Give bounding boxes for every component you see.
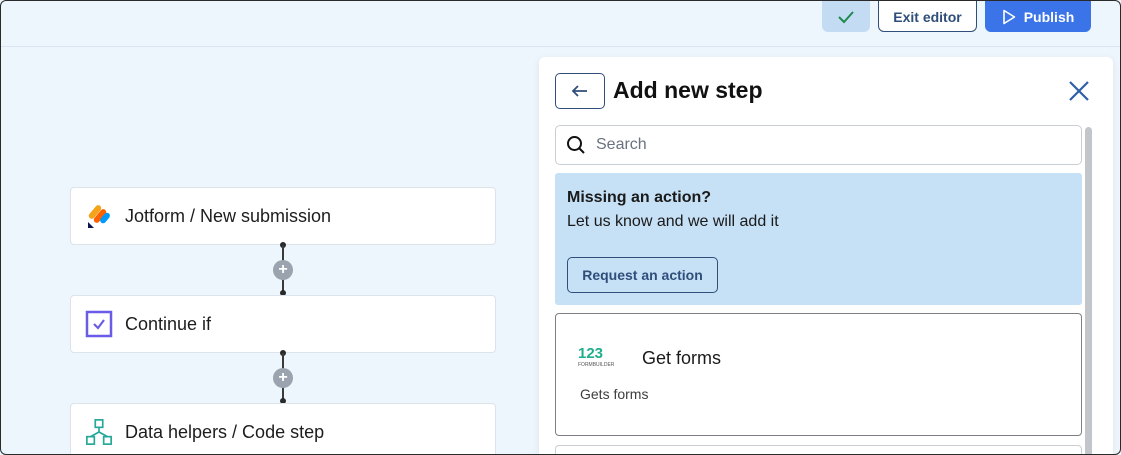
formbuilder-logo: 123 FORMBUILDER: [578, 344, 618, 373]
check-icon: [838, 10, 854, 23]
checkbox-icon: [85, 310, 113, 338]
action-description: Gets forms: [580, 386, 649, 402]
saved-check-button[interactable]: [822, 1, 870, 32]
flow-step-code-step[interactable]: Data helpers / Code step: [70, 403, 496, 454]
hierarchy-icon: [85, 418, 113, 446]
close-icon: [1069, 81, 1089, 101]
jotform-icon: [85, 202, 113, 230]
publish-button[interactable]: Publish: [985, 1, 1091, 32]
add-step-button[interactable]: +: [273, 368, 293, 388]
exit-editor-button[interactable]: Exit editor: [878, 1, 977, 32]
add-step-panel: Add new step Missing an action? Let us k…: [539, 57, 1113, 454]
flow-step-label: Jotform / New submission: [125, 205, 332, 226]
action-card-get-forms[interactable]: 123 FORMBUILDER Get forms Gets forms: [555, 313, 1082, 436]
scrollbar[interactable]: [1085, 127, 1092, 454]
flow-step-label: Data helpers / Code step: [125, 421, 325, 442]
search-icon: [567, 136, 585, 154]
search-box: [555, 125, 1082, 165]
panel-title: Add new step: [613, 77, 763, 103]
flow-step-jotform[interactable]: Jotform / New submission: [70, 187, 496, 245]
add-step-button[interactable]: +: [273, 260, 293, 280]
arrow-left-icon: [571, 85, 587, 97]
action-title: Get forms: [642, 348, 722, 368]
flow-step-label: Continue if: [125, 313, 212, 334]
missing-action-subtitle: Let us know and we will add it: [567, 213, 779, 230]
play-icon: [1002, 9, 1016, 24]
flow-step-continue-if[interactable]: Continue if: [70, 295, 496, 353]
missing-action-title: Missing an action?: [567, 189, 712, 206]
search-input[interactable]: [596, 136, 1036, 154]
logo-subtext: FORMBUILDER: [578, 362, 615, 368]
close-button[interactable]: [1065, 77, 1093, 105]
logo-text: 123: [578, 345, 603, 362]
app-window: Exit editor Publish Jotform / New submis…: [0, 0, 1121, 455]
action-card-next[interactable]: [555, 445, 1082, 454]
top-bar: Exit editor Publish: [1, 1, 1120, 47]
request-action-button[interactable]: Request an action: [567, 257, 718, 293]
publish-label: Publish: [1023, 8, 1075, 25]
back-button[interactable]: [555, 73, 605, 109]
missing-action-banner: Missing an action? Let us know and we wi…: [555, 173, 1082, 305]
